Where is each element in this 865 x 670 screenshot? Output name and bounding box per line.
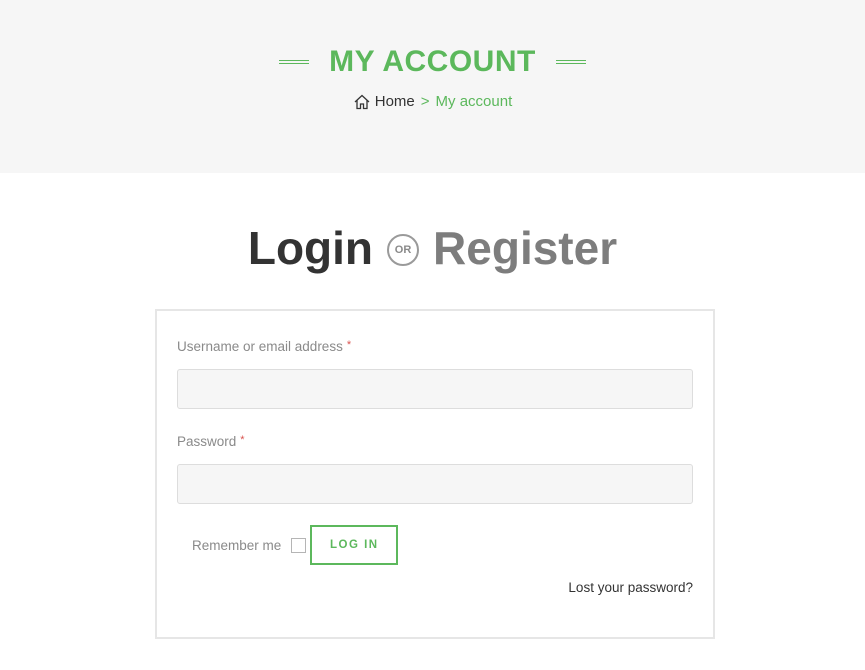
title-decoration-left (279, 60, 310, 64)
remember-me-label: Remember me (192, 537, 282, 553)
username-label-text: Username or email address (177, 339, 343, 354)
password-input[interactable] (177, 464, 693, 504)
tab-login[interactable]: Login (248, 218, 373, 278)
lost-password-link[interactable]: Lost your password? (568, 580, 693, 595)
breadcrumb-separator: > (420, 93, 430, 110)
page-title: MY ACCOUNT (329, 45, 536, 78)
breadcrumb-current: My account (435, 93, 513, 110)
password-label: Password * (177, 434, 245, 449)
password-required-marker: * (240, 434, 245, 446)
breadcrumb-home-link[interactable]: Home (375, 91, 415, 113)
page-banner: MY ACCOUNT Home > My account (0, 0, 865, 173)
login-form: Username or email address * Password * Rem… (155, 309, 715, 639)
home-icon[interactable] (353, 93, 371, 111)
remember-me-checkbox[interactable] (291, 537, 307, 553)
remember-row: Remember me LOG IN (192, 525, 399, 565)
username-required-marker: * (346, 339, 352, 351)
or-badge: OR (387, 234, 420, 266)
username-label: Username or email address * (177, 339, 351, 354)
breadcrumb: Home > My account (0, 91, 865, 113)
password-label-text: Password (177, 434, 237, 449)
auth-tabs: Login OR Register (0, 218, 865, 278)
login-button[interactable]: LOG IN (310, 525, 399, 565)
username-input[interactable] (177, 369, 693, 409)
banner-title-row: MY ACCOUNT (0, 42, 865, 82)
title-decoration-right (555, 60, 586, 64)
tab-register[interactable]: Register (433, 218, 617, 278)
